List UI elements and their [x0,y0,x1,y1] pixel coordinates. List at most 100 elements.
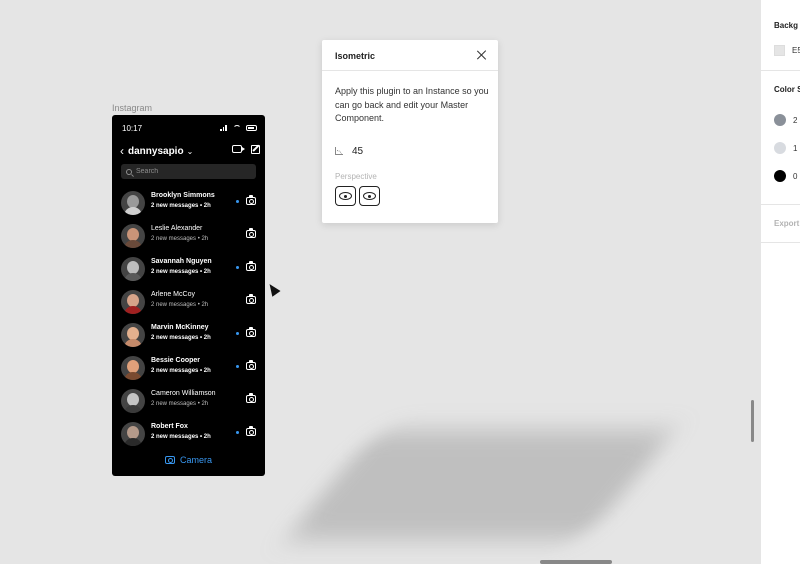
angle-input[interactable] [352,146,392,157]
message-row[interactable]: Savannah Nguyen 2 new messages • 2h [112,255,265,288]
background-section: Backg E5 [761,0,800,71]
unread-indicator [236,200,239,203]
message-row[interactable]: Arlene McCoy 2 new messages • 2h [112,288,265,321]
background-swatch[interactable] [774,45,785,56]
message-row[interactable]: Robert Fox 2 new messages • 2h [112,420,265,453]
unread-indicator [236,365,239,368]
message-sender: Savannah Nguyen [151,258,212,265]
message-sender: Robert Fox [151,423,188,430]
modal-header: Isometric [322,40,498,71]
avatar-body [124,273,142,281]
camera-icon[interactable] [246,195,256,205]
unread-indicator [236,266,239,269]
wifi-icon [233,124,241,131]
perspective-left-button[interactable] [335,186,356,206]
avatar-body [124,405,142,413]
perspective-label: Perspective [335,172,377,181]
camera-icon[interactable] [246,360,256,370]
avatar-body [124,306,142,314]
message-sender: Cameron Williamson [151,390,216,397]
avatar[interactable] [121,389,145,413]
back-icon[interactable]: ‹ [120,145,124,157]
color-style-label[interactable]: 1 [793,144,797,153]
message-sender: Brooklyn Simmons [151,192,215,199]
message-row[interactable]: Cameron Williamson 2 new messages • 2h [112,387,265,420]
message-sender: Bessie Cooper [151,357,201,364]
account-name[interactable]: dannysapio [128,146,184,157]
message-preview: 2 new messages • 2h [151,335,211,341]
color-style-swatch[interactable] [774,142,786,154]
message-preview: 2 new messages • 2h [151,236,209,242]
avatar-body [124,438,142,446]
camera-icon[interactable] [246,426,256,436]
chevron-down-icon[interactable]: ⌄ [187,147,194,156]
battery-icon [246,124,257,131]
search-bar[interactable] [121,164,256,179]
message-row[interactable]: Bessie Cooper 2 new messages • 2h [112,354,265,387]
message-preview: 2 new messages • 2h [151,368,211,374]
message-preview: 2 new messages • 2h [151,269,211,275]
color-style-swatch[interactable] [774,170,786,182]
instagram-frame[interactable]: 10:17 ‹ dannysapio ⌄ Brooklyn Simmons 2 n… [112,115,265,476]
background-value[interactable]: E5 [792,46,800,55]
camera-icon[interactable] [246,261,256,271]
status-bar: 10:17 [112,115,265,141]
avatar-body [124,207,142,215]
unread-indicator [236,332,239,335]
mouse-cursor-icon [265,281,281,297]
message-row[interactable]: Leslie Alexander 2 new messages • 2h [112,222,265,255]
avatar[interactable] [121,224,145,248]
horizontal-scrollbar[interactable] [540,560,612,564]
modal-description: Apply this plugin to an Instance so you … [335,86,489,123]
camera-icon[interactable] [246,327,256,337]
close-icon[interactable] [477,50,487,60]
color-style-swatch[interactable] [774,114,786,126]
color-styles-title: Color S [774,85,800,94]
compose-icon[interactable] [251,145,260,154]
avatar[interactable] [121,191,145,215]
avatar[interactable] [121,323,145,347]
avatar-body [124,372,142,380]
avatar-body [124,240,142,248]
export-title[interactable]: Export [774,219,799,228]
status-icons [220,124,257,131]
camera-icon[interactable] [246,294,256,304]
message-sender: Marvin McKinney [151,324,209,331]
message-row[interactable]: Marvin McKinney 2 new messages • 2h [112,321,265,354]
eye-icon [363,192,376,200]
avatar-body [124,339,142,347]
export-section: Export [761,205,800,243]
message-sender: Leslie Alexander [151,225,203,232]
avatar[interactable] [121,290,145,314]
camera-icon[interactable] [246,228,256,238]
message-row[interactable]: Brooklyn Simmons 2 new messages • 2h [112,189,265,222]
perspective-right-button[interactable] [359,186,380,206]
message-preview: 2 new messages • 2h [151,302,209,308]
search-input[interactable] [136,168,246,175]
vertical-scrollbar[interactable] [751,400,754,442]
camera-icon[interactable] [246,393,256,403]
background-title: Backg [774,21,799,30]
properties-panel: Backg E5 Color S 2 1 0 Export [760,0,800,564]
unread-indicator [236,431,239,434]
color-style-label[interactable]: 0 [793,172,797,181]
avatar[interactable] [121,422,145,446]
video-call-icon[interactable] [232,145,245,153]
avatar[interactable] [121,257,145,281]
eye-icon [339,192,352,200]
camera-label: Camera [179,455,212,465]
plugin-modal: Isometric Apply this plugin to an Instan… [322,40,498,223]
avatar[interactable] [121,356,145,380]
canvas-shadow-shape [283,430,677,540]
search-icon [126,168,132,175]
canvas[interactable]: Instagram 10:17 ‹ dannysapio ⌄ Brooklyn … [0,0,760,564]
camera-button[interactable]: Camera [112,455,265,465]
angle-icon [335,147,343,155]
frame-label[interactable]: Instagram [112,103,152,113]
message-sender: Arlene McCoy [151,291,195,298]
camera-icon [164,456,175,464]
message-preview: 2 new messages • 2h [151,401,209,407]
header-actions [232,145,260,154]
status-time: 10:17 [122,124,143,133]
color-style-label[interactable]: 2 [793,116,797,125]
